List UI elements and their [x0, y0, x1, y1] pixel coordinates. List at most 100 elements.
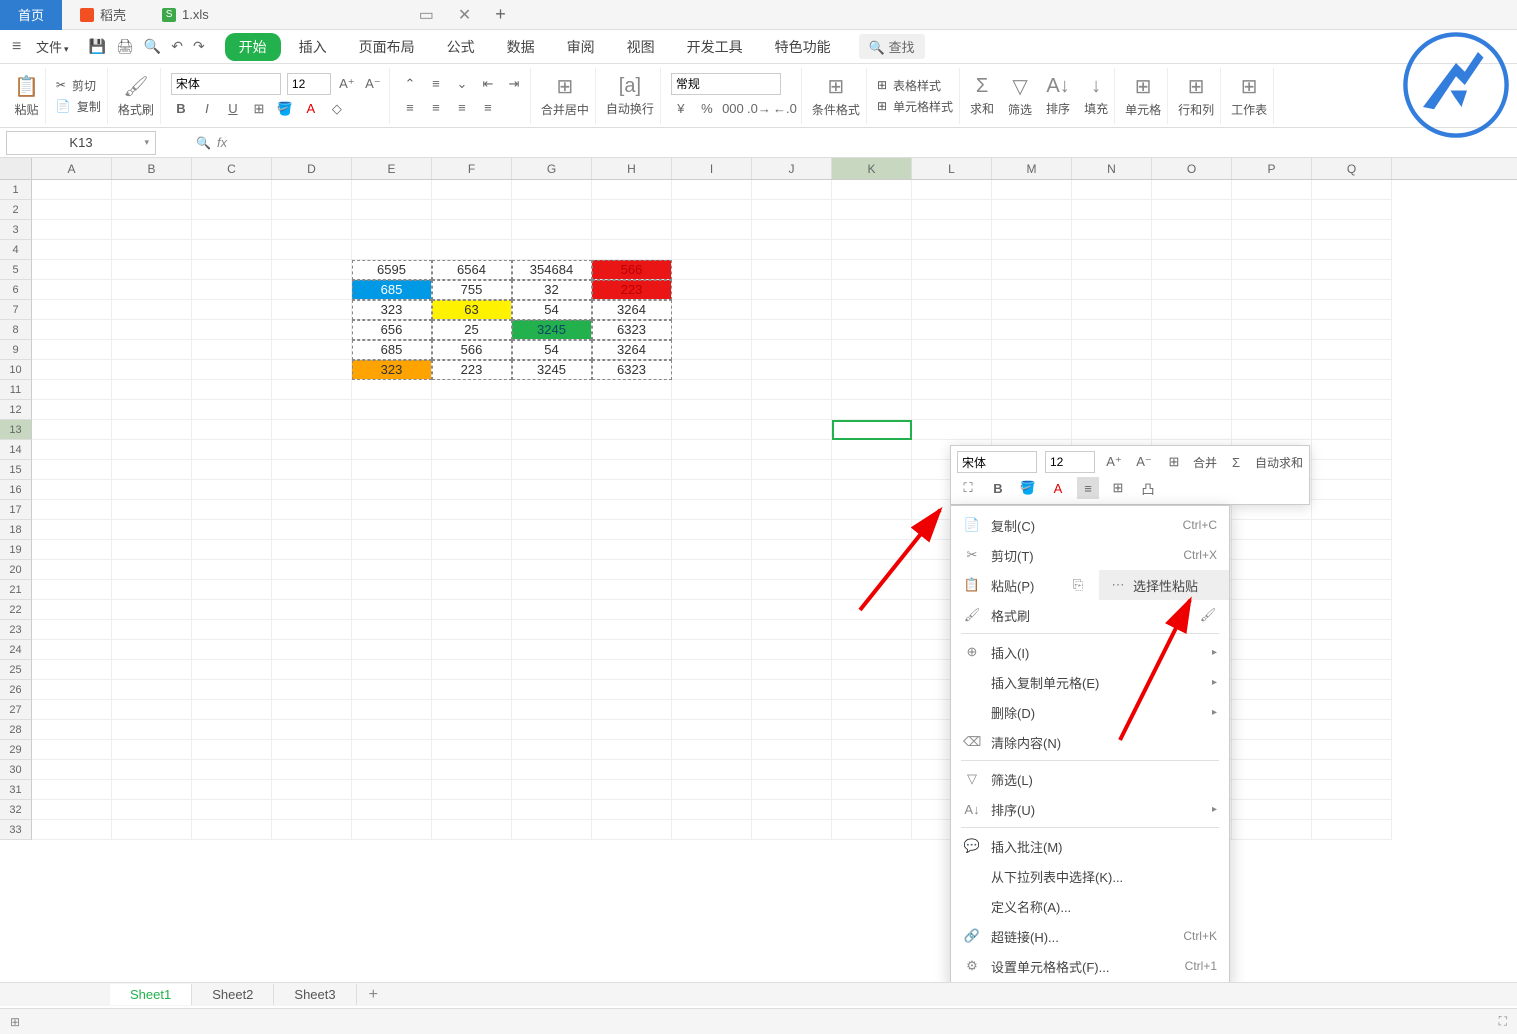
cell-G9[interactable]: 54 [512, 340, 592, 360]
cell-D8[interactable] [272, 320, 352, 340]
cell-B18[interactable] [112, 520, 192, 540]
cell-O11[interactable] [1152, 380, 1232, 400]
col-header-G[interactable]: G [512, 158, 592, 179]
cell-I3[interactable] [672, 220, 752, 240]
cell-A9[interactable] [32, 340, 112, 360]
cell-E24[interactable] [352, 640, 432, 660]
cell-N12[interactable] [1072, 400, 1152, 420]
cell-K9[interactable] [832, 340, 912, 360]
increase-font-icon[interactable]: A⁺ [337, 74, 357, 94]
cell-Q33[interactable] [1312, 820, 1392, 840]
cell-F21[interactable] [432, 580, 512, 600]
cell-H32[interactable] [592, 800, 672, 820]
cm-filter[interactable]: ▽筛选(L) [951, 764, 1229, 794]
row-header-18[interactable]: 18 [0, 520, 32, 540]
cell-N1[interactable] [1072, 180, 1152, 200]
cell-F13[interactable] [432, 420, 512, 440]
cell-Q2[interactable] [1312, 200, 1392, 220]
cell-C19[interactable] [192, 540, 272, 560]
cell-J21[interactable] [752, 580, 832, 600]
cell-J19[interactable] [752, 540, 832, 560]
cell-H3[interactable] [592, 220, 672, 240]
currency-icon[interactable]: ¥ [671, 99, 691, 119]
cell-I2[interactable] [672, 200, 752, 220]
cell-H15[interactable] [592, 460, 672, 480]
cell-F11[interactable] [432, 380, 512, 400]
cell-J6[interactable] [752, 280, 832, 300]
cell-J23[interactable] [752, 620, 832, 640]
cell-A30[interactable] [32, 760, 112, 780]
cell-A6[interactable] [32, 280, 112, 300]
cell-Q24[interactable] [1312, 640, 1392, 660]
cell-E27[interactable] [352, 700, 432, 720]
cell-H20[interactable] [592, 560, 672, 580]
cell-F15[interactable] [432, 460, 512, 480]
cell-J26[interactable] [752, 680, 832, 700]
col-header-K[interactable]: K [832, 158, 912, 179]
cell-K16[interactable] [832, 480, 912, 500]
cell-C28[interactable] [192, 720, 272, 740]
cell-B15[interactable] [112, 460, 192, 480]
cell-Q18[interactable] [1312, 520, 1392, 540]
cell-M5[interactable] [992, 260, 1072, 280]
cell-K12[interactable] [832, 400, 912, 420]
cell-D33[interactable] [272, 820, 352, 840]
cell-F26[interactable] [432, 680, 512, 700]
cell-E25[interactable] [352, 660, 432, 680]
cell-K17[interactable] [832, 500, 912, 520]
cell-H19[interactable] [592, 540, 672, 560]
cell-A23[interactable] [32, 620, 112, 640]
cell-I4[interactable] [672, 240, 752, 260]
cell-L12[interactable] [912, 400, 992, 420]
cell-B13[interactable] [112, 420, 192, 440]
cell-E4[interactable] [352, 240, 432, 260]
cell-N6[interactable] [1072, 280, 1152, 300]
cell-B9[interactable] [112, 340, 192, 360]
col-header-L[interactable]: L [912, 158, 992, 179]
cell-E16[interactable] [352, 480, 432, 500]
cell-H21[interactable] [592, 580, 672, 600]
cell-G28[interactable] [512, 720, 592, 740]
cell-A8[interactable] [32, 320, 112, 340]
tab-insert[interactable]: 插入 [285, 33, 341, 61]
cell-F30[interactable] [432, 760, 512, 780]
cell-E18[interactable] [352, 520, 432, 540]
tab-add-icon[interactable]: + [483, 4, 518, 25]
cell-B16[interactable] [112, 480, 192, 500]
cell-E31[interactable] [352, 780, 432, 800]
cell-M2[interactable] [992, 200, 1072, 220]
mini-select-icon[interactable]: ⛶ [957, 477, 979, 499]
cell-M9[interactable] [992, 340, 1072, 360]
cell-B20[interactable] [112, 560, 192, 580]
col-header-J[interactable]: J [752, 158, 832, 179]
cell-E13[interactable] [352, 420, 432, 440]
cell-E2[interactable] [352, 200, 432, 220]
cell-J13[interactable] [752, 420, 832, 440]
cell-E1[interactable] [352, 180, 432, 200]
cell-J7[interactable] [752, 300, 832, 320]
cell-G11[interactable] [512, 380, 592, 400]
cell-A14[interactable] [32, 440, 112, 460]
cell-B28[interactable] [112, 720, 192, 740]
cell-K32[interactable] [832, 800, 912, 820]
cell-G13[interactable] [512, 420, 592, 440]
cell-H14[interactable] [592, 440, 672, 460]
cell-M10[interactable] [992, 360, 1072, 380]
cell-Q29[interactable] [1312, 740, 1392, 760]
col-header-O[interactable]: O [1152, 158, 1232, 179]
cm-copy[interactable]: 📄复制(C)Ctrl+C [951, 510, 1229, 540]
cell-C11[interactable] [192, 380, 272, 400]
cell-F23[interactable] [432, 620, 512, 640]
cell-B12[interactable] [112, 400, 192, 420]
cell-F25[interactable] [432, 660, 512, 680]
cell-F16[interactable] [432, 480, 512, 500]
cell-K11[interactable] [832, 380, 912, 400]
cell-B33[interactable] [112, 820, 192, 840]
cell-O10[interactable] [1152, 360, 1232, 380]
filter-button[interactable]: ▽筛选 [1008, 74, 1032, 118]
tab-start[interactable]: 开始 [225, 33, 281, 61]
row-header-25[interactable]: 25 [0, 660, 32, 680]
cell-B7[interactable] [112, 300, 192, 320]
number-format-select[interactable] [671, 73, 781, 95]
cell-F8[interactable]: 25 [432, 320, 512, 340]
